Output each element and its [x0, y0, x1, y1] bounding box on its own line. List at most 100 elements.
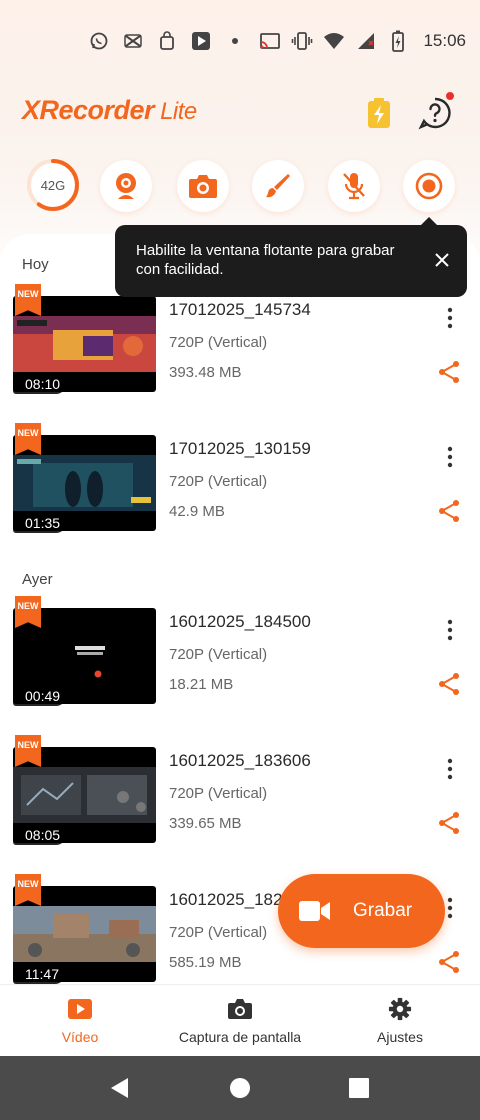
recording-item[interactable]: NEW 00:49 16012025_184500 720P (Vertical… [0, 596, 480, 708]
recording-item[interactable]: NEW 01:35 17012025_130159 720P (Vertical… [0, 423, 480, 535]
recording-title: 16012025_184500 [169, 612, 311, 631]
webcam-button[interactable] [100, 160, 152, 212]
tooltip-close-button[interactable] [433, 251, 451, 269]
nav-settings[interactable]: Ajustes [360, 985, 440, 1057]
thumbnail-image [13, 455, 156, 511]
duration-label: 00:49 [13, 686, 67, 706]
bottom-navigation: Vídeo Captura de pantalla Ajustes [0, 984, 480, 1056]
recording-item[interactable]: NEW 08:10 17012025_145734 720P (Vertical… [0, 284, 480, 396]
more-vert-icon [447, 758, 453, 780]
home-circle-icon [230, 1078, 250, 1098]
nav-screenshot-label: Captura de pantalla [178, 1029, 302, 1045]
storage-label: 42G [40, 177, 66, 193]
share-icon [439, 673, 459, 695]
share-icon [439, 361, 459, 383]
webcam-icon [116, 173, 136, 199]
duration-label: 11:47 [13, 964, 65, 984]
share-button[interactable] [437, 811, 461, 835]
recording-resolution: 720P (Vertical) [169, 334, 268, 351]
nav-settings-label: Ajustes [377, 1029, 423, 1045]
section-label-today: Hoy [22, 256, 49, 273]
recording-item[interactable]: NEW 08:05 16012025_183606 720P (Vertical… [0, 735, 480, 847]
home-button[interactable] [228, 1076, 252, 1100]
signal-icon [355, 30, 377, 52]
share-button[interactable] [437, 672, 461, 696]
app-suffix: Lite [160, 98, 197, 125]
more-options-button[interactable] [442, 307, 458, 329]
duration-label: 08:05 [13, 825, 67, 845]
recording-size: 339.65 MB [169, 815, 242, 832]
recording-size: 18.21 MB [169, 676, 234, 693]
nav-video-label: Vídeo [61, 1029, 99, 1045]
video-play-icon [68, 999, 92, 1019]
thumbnail-image [13, 906, 156, 962]
recording-title: 17012025_145734 [169, 300, 311, 319]
recording-resolution: 720P (Vertical) [169, 473, 268, 490]
battery-saver-button[interactable] [366, 98, 392, 128]
brush-tool-button[interactable] [252, 160, 304, 212]
record-icon [415, 172, 443, 200]
share-button[interactable] [437, 950, 461, 974]
recording-resolution: 720P (Vertical) [169, 924, 268, 941]
recents-button[interactable] [347, 1076, 371, 1100]
floating-window-tooltip: Habilite la ventana flotante para grabar… [115, 225, 467, 297]
play-store-icon [190, 30, 212, 52]
nav-video[interactable]: Vídeo [40, 985, 120, 1057]
help-icon [418, 97, 451, 130]
thumbnail-image [13, 767, 156, 823]
more-options-button[interactable] [442, 619, 458, 641]
record-fab[interactable]: Grabar [278, 874, 445, 948]
thumbnail-image [13, 628, 156, 684]
share-icon [439, 812, 459, 834]
wifi-icon [323, 30, 345, 52]
recording-title: 16012025_183606 [169, 751, 311, 770]
recording-resolution: 720P (Vertical) [169, 785, 268, 802]
record-fab-label: Grabar [353, 900, 413, 921]
status-time: 15:06 [423, 31, 466, 50]
recording-size: 585.19 MB [169, 954, 242, 971]
more-vert-icon [447, 307, 453, 329]
status-bar: 15:06 [0, 0, 480, 84]
gear-icon [388, 997, 412, 1021]
thumbnail-image [13, 316, 156, 372]
video-camera-icon [299, 901, 330, 921]
share-button[interactable] [437, 360, 461, 384]
notification-dot [446, 92, 454, 100]
mic-toggle-button[interactable] [328, 160, 380, 212]
app-logo: XRecorder Lite [22, 95, 197, 126]
recents-square-icon [349, 1078, 369, 1098]
recording-resolution: 720P (Vertical) [169, 646, 268, 663]
close-icon [435, 253, 449, 267]
whatsapp-icon [88, 30, 110, 52]
help-button[interactable] [418, 92, 454, 130]
camera-icon [189, 175, 217, 198]
share-button[interactable] [437, 499, 461, 523]
vibrate-icon [291, 30, 313, 52]
mic-off-icon [343, 173, 365, 200]
screenshot-tool-button[interactable] [177, 160, 229, 212]
capcut-icon [122, 30, 144, 52]
camera-icon [228, 999, 252, 1019]
recording-title: 17012025_130159 [169, 439, 311, 458]
more-options-button[interactable] [442, 758, 458, 780]
back-button[interactable] [108, 1076, 132, 1100]
more-vert-icon [447, 446, 453, 468]
cast-icon [259, 30, 281, 52]
back-triangle-icon [111, 1078, 128, 1098]
share-icon [439, 500, 459, 522]
shopping-bag-icon [156, 30, 178, 52]
battery-bolt-icon [368, 98, 390, 128]
duration-label: 08:10 [13, 374, 67, 394]
recording-size: 42.9 MB [169, 503, 225, 520]
app-name: XRecorder [22, 95, 155, 125]
battery-charging-icon [387, 30, 409, 52]
recording-title: 16012025_182 [169, 890, 283, 909]
record-tool-button[interactable] [403, 160, 455, 212]
more-options-button[interactable] [442, 446, 458, 468]
brush-icon [266, 174, 290, 198]
dot-icon [224, 30, 246, 52]
section-label-yesterday: Ayer [22, 571, 53, 588]
share-icon [439, 951, 459, 973]
nav-screenshot[interactable]: Captura de pantalla [165, 985, 315, 1057]
tooltip-text: Habilite la ventana flotante para grabar… [136, 242, 395, 278]
